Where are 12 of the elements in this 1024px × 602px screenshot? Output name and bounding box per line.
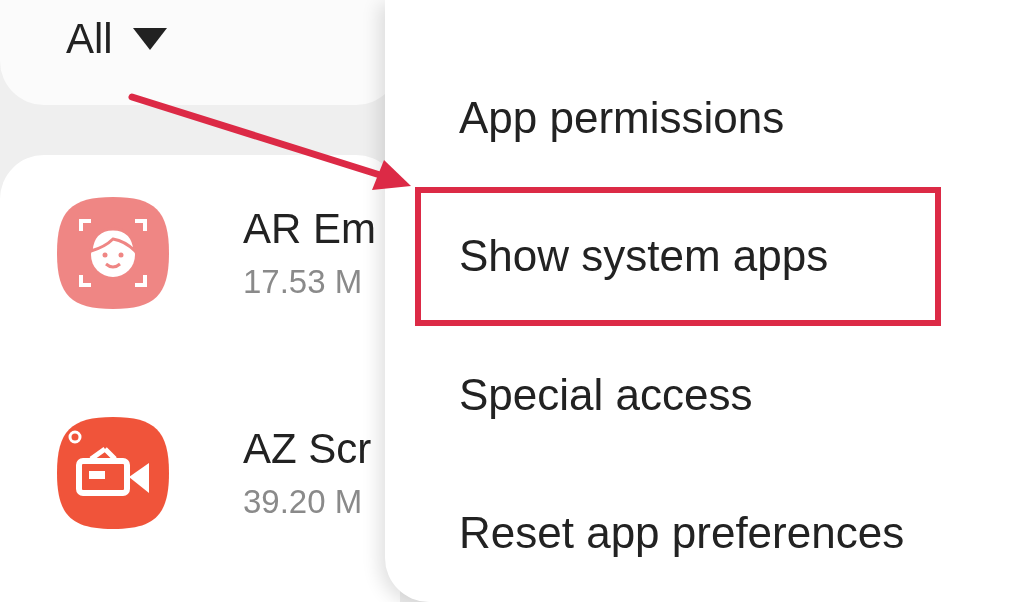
caret-icon <box>132 27 167 50</box>
app-size: 17.53 M <box>243 263 364 301</box>
menu-item[interactable]: Special access <box>415 325 941 464</box>
face-icon <box>55 195 171 311</box>
menu-item[interactable]: App permissions <box>415 49 941 188</box>
app-name: AZ Scr <box>243 425 372 473</box>
menu-item[interactable]: Reset app preferences <box>415 463 941 602</box>
app-name: AR Em <box>243 205 376 253</box>
video-camera-icon <box>55 415 171 531</box>
filter-dropdown[interactable]: All <box>66 14 167 63</box>
app-size: 39.20 M <box>243 483 364 521</box>
menu-item[interactable]: Show system apps <box>415 187 941 326</box>
